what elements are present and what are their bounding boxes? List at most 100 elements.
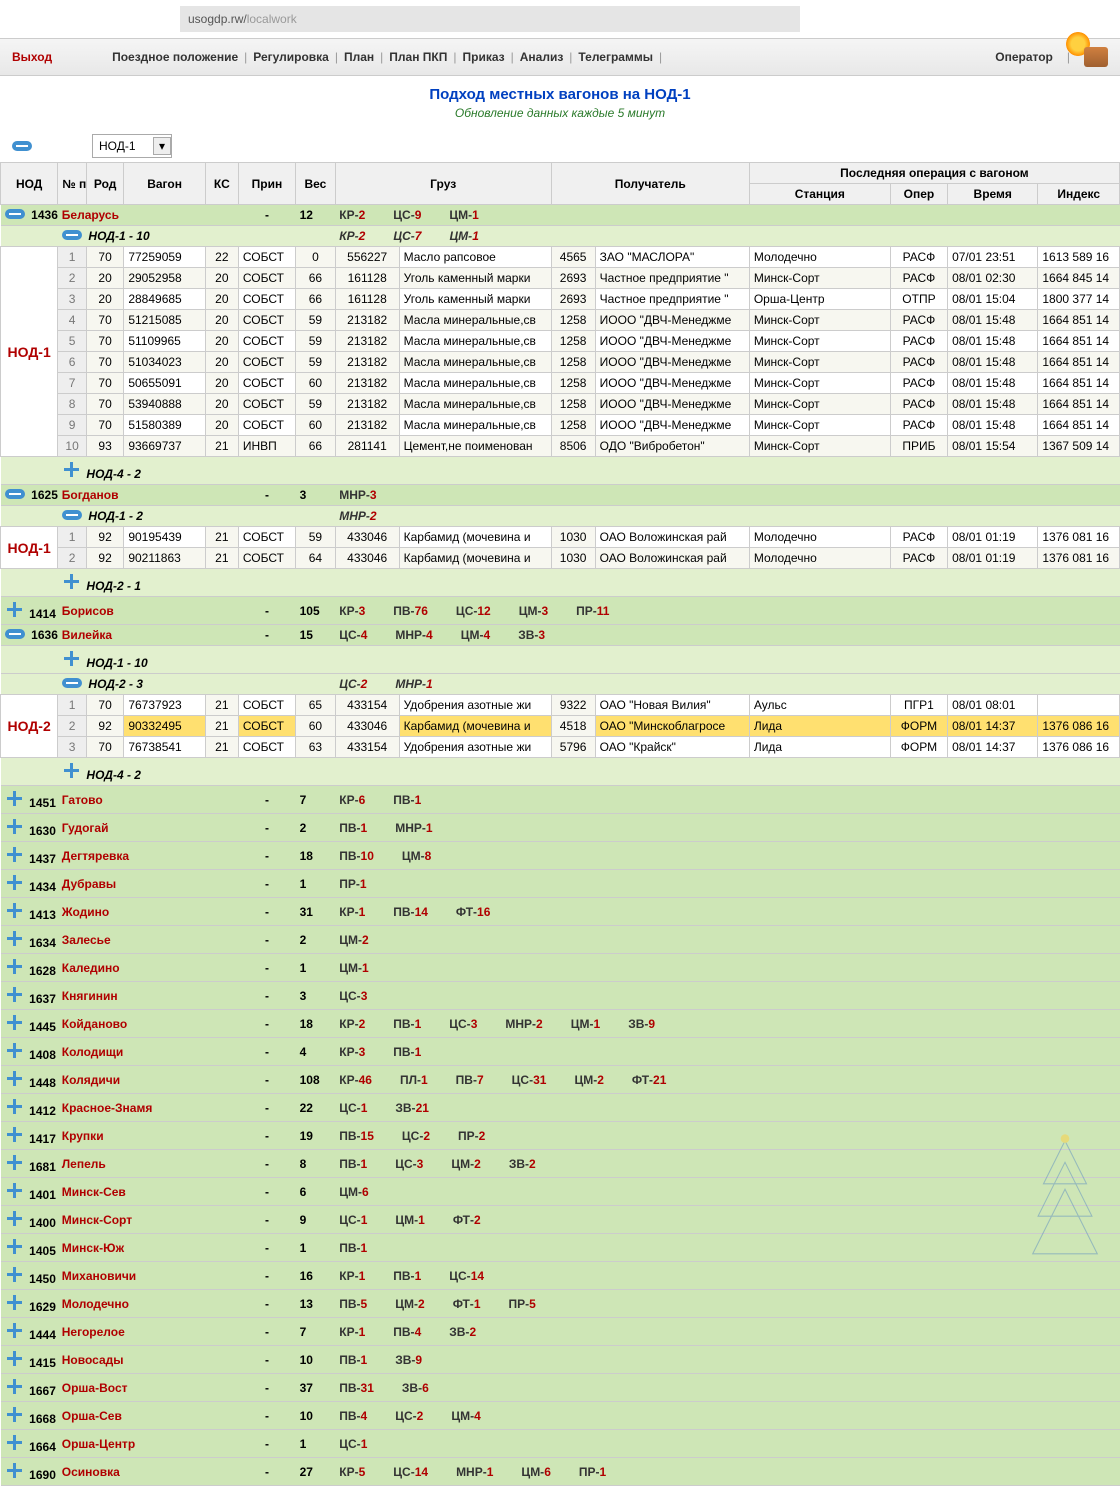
expand-icon[interactable] bbox=[5, 1237, 23, 1255]
group-row[interactable]: 1629Молодечно-13ПВ-5ЦМ-2ФТ-1ПР-5 bbox=[1, 1290, 1120, 1318]
th-nod[interactable]: НОД bbox=[1, 163, 58, 205]
expand-icon[interactable] bbox=[62, 649, 80, 667]
expand-icon[interactable] bbox=[5, 1433, 23, 1451]
expand-icon[interactable] bbox=[5, 1377, 23, 1395]
subgroup-row[interactable]: НОД-4 - 2 bbox=[1, 758, 1120, 786]
expand-icon[interactable] bbox=[5, 1209, 23, 1227]
th-prin[interactable]: Прин bbox=[238, 163, 295, 205]
expand-icon[interactable] bbox=[5, 957, 23, 975]
table-row[interactable]: НОД-11707725905922СОБСТ0556227Масло рапс… bbox=[1, 247, 1120, 268]
collapse-icon[interactable] bbox=[5, 629, 25, 639]
expand-icon[interactable] bbox=[62, 460, 80, 478]
group-row[interactable]: 1668Орша-Сев-10ПВ-4ЦС-2ЦМ-4 bbox=[1, 1402, 1120, 1430]
subgroup-row[interactable]: НОД-1 - 10 bbox=[1, 646, 1120, 674]
menu-5[interactable]: Анализ bbox=[520, 50, 564, 64]
table-row[interactable]: 4705121508520СОБСТ59213182Масла минераль… bbox=[1, 310, 1120, 331]
group-row[interactable]: 1434Дубравы-1ПР-1 bbox=[1, 870, 1120, 898]
th-ves[interactable]: Вес bbox=[296, 163, 336, 205]
th-poluch[interactable]: Получатель bbox=[551, 163, 749, 205]
expand-icon[interactable] bbox=[5, 1265, 23, 1283]
expand-icon[interactable] bbox=[5, 1041, 23, 1059]
group-row[interactable]: 1451Гатово-7КР-6ПВ-1 bbox=[1, 786, 1120, 814]
th-idx[interactable]: Индекс bbox=[1038, 184, 1120, 205]
collapse-icon[interactable] bbox=[62, 678, 82, 688]
nod-selector[interactable]: НОД-1▾ bbox=[92, 134, 172, 158]
group-row[interactable]: 1401Минск-Сев-6ЦМ-6 bbox=[1, 1178, 1120, 1206]
table-row[interactable]: 6705103402320СОБСТ59213182Масла минераль… bbox=[1, 352, 1120, 373]
group-row[interactable]: 1634Залесье-2ЦМ-2 bbox=[1, 926, 1120, 954]
th-time[interactable]: Время bbox=[948, 184, 1038, 205]
group-row[interactable]: 1681Лепель-8ПВ-1ЦС-3ЦМ-2ЗВ-2 bbox=[1, 1150, 1120, 1178]
subgroup-row[interactable]: НОД-4 - 2 bbox=[1, 457, 1120, 485]
expand-icon[interactable] bbox=[5, 1461, 23, 1479]
table-row[interactable]: 2929033249521СОБСТ60433046Карбамид (моче… bbox=[1, 716, 1120, 737]
collapse-icon[interactable] bbox=[5, 489, 25, 499]
expand-icon[interactable] bbox=[5, 901, 23, 919]
group-row[interactable]: 1417Крупки-19ПВ-15ЦС-2ПР-2 bbox=[1, 1122, 1120, 1150]
expand-icon[interactable] bbox=[5, 1097, 23, 1115]
expand-icon[interactable] bbox=[5, 1405, 23, 1423]
th-gruz[interactable]: Груз bbox=[335, 163, 551, 205]
th-rod[interactable]: Род bbox=[86, 163, 123, 205]
collapse-icon[interactable] bbox=[5, 209, 25, 219]
expand-icon[interactable] bbox=[5, 845, 23, 863]
table-row[interactable]: НОД-11929019543921СОБСТ59433046Карбамид … bbox=[1, 527, 1120, 548]
operator-label[interactable]: Оператор bbox=[995, 50, 1053, 64]
th-vagon[interactable]: Вагон bbox=[124, 163, 205, 205]
group-row[interactable]: 1625Богданов-3МНР-3 bbox=[1, 485, 1120, 506]
menu-6[interactable]: Телеграммы bbox=[578, 50, 653, 64]
expand-icon[interactable] bbox=[5, 789, 23, 807]
group-row[interactable]: 1414Борисов-105КР-3ПВ-76ЦС-12ЦМ-3ПР-11 bbox=[1, 597, 1120, 625]
menu-3[interactable]: План ПКП bbox=[389, 50, 447, 64]
table-row[interactable]: 7705065509120СОБСТ60213182Масла минераль… bbox=[1, 373, 1120, 394]
group-row[interactable]: 1636Вилейка-15ЦС-4МНР-4ЦМ-4ЗВ-3 bbox=[1, 625, 1120, 646]
group-row[interactable]: 1630Гудогай-2ПВ-1МНР-1 bbox=[1, 814, 1120, 842]
table-row[interactable]: 3202884968520СОБСТ66161128Уголь каменный… bbox=[1, 289, 1120, 310]
collapse-icon[interactable] bbox=[62, 230, 82, 240]
table-row[interactable]: 2202905295820СОБСТ66161128Уголь каменный… bbox=[1, 268, 1120, 289]
expand-icon[interactable] bbox=[5, 1125, 23, 1143]
expand-icon[interactable] bbox=[62, 572, 80, 590]
table-row[interactable]: 9705158038920СОБСТ60213182Масла минераль… bbox=[1, 415, 1120, 436]
chevron-down-icon[interactable]: ▾ bbox=[153, 137, 171, 155]
expand-icon[interactable] bbox=[5, 873, 23, 891]
expand-icon[interactable] bbox=[5, 985, 23, 1003]
expand-icon[interactable] bbox=[5, 1181, 23, 1199]
group-row[interactable]: 1445Койданово-18КР-2ПВ-1ЦС-3МНР-2ЦМ-1ЗВ-… bbox=[1, 1010, 1120, 1038]
th-stan[interactable]: Станция bbox=[749, 184, 890, 205]
group-row[interactable]: 1400Минск-Сорт-9ЦС-1ЦМ-1ФТ-2 bbox=[1, 1206, 1120, 1234]
group-row[interactable]: 1412Красное-Знамя-22ЦС-1ЗВ-21 bbox=[1, 1094, 1120, 1122]
table-row[interactable]: 2929021186321СОБСТ64433046Карбамид (моче… bbox=[1, 548, 1120, 569]
th-ks[interactable]: КС bbox=[205, 163, 238, 205]
subgroup-row[interactable]: НОД-1 - 10КР-2ЦС-7ЦМ-1 bbox=[1, 226, 1120, 247]
group-row[interactable]: 1448Колядичи-108КР-46ПЛ-1ПВ-7ЦС-31ЦМ-2ФТ… bbox=[1, 1066, 1120, 1094]
group-row[interactable]: 1667Орша-Вост-37ПВ-31ЗВ-6 bbox=[1, 1374, 1120, 1402]
subgroup-row[interactable]: НОД-2 - 1 bbox=[1, 569, 1120, 597]
table-row[interactable]: 5705110996520СОБСТ59213182Масла минераль… bbox=[1, 331, 1120, 352]
group-row[interactable]: 1637Княгинин-3ЦС-3 bbox=[1, 982, 1120, 1010]
group-row[interactable]: 1405Минск-Юж-1ПВ-1 bbox=[1, 1234, 1120, 1262]
menu-1[interactable]: Регулировка bbox=[253, 50, 329, 64]
group-row[interactable]: 1415Новосады-10ПВ-1ЗВ-9 bbox=[1, 1346, 1120, 1374]
group-row[interactable]: 1450Михановичи-16КР-1ПВ-1ЦС-14 bbox=[1, 1262, 1120, 1290]
th-np[interactable]: № пп bbox=[58, 163, 87, 205]
expand-icon[interactable] bbox=[5, 1013, 23, 1031]
expand-icon[interactable] bbox=[5, 1153, 23, 1171]
expand-icon[interactable] bbox=[5, 1349, 23, 1367]
url-bar[interactable]: usogdp.rw/localwork bbox=[180, 6, 800, 32]
group-row[interactable]: 1408Колодищи-4КР-3ПВ-1 bbox=[1, 1038, 1120, 1066]
collapse-all-icon[interactable] bbox=[12, 141, 32, 151]
menu-4[interactable]: Приказ bbox=[462, 50, 504, 64]
expand-icon[interactable] bbox=[5, 1321, 23, 1339]
group-row[interactable]: 1444Негорелое-7КР-1ПВ-4ЗВ-2 bbox=[1, 1318, 1120, 1346]
group-row[interactable]: 1664Орша-Центр-1ЦС-1 bbox=[1, 1430, 1120, 1458]
subgroup-row[interactable]: НОД-1 - 2МНР-2 bbox=[1, 506, 1120, 527]
table-row[interactable]: 8705394088820СОБСТ59213182Масла минераль… bbox=[1, 394, 1120, 415]
collapse-icon[interactable] bbox=[62, 510, 82, 520]
expand-icon[interactable] bbox=[5, 600, 23, 618]
table-row[interactable]: НОД-21707673792321СОБСТ65433154Удобрения… bbox=[1, 695, 1120, 716]
group-row[interactable]: 1437Дегтяревка-18ПВ-10ЦМ-8 bbox=[1, 842, 1120, 870]
users-icon[interactable] bbox=[1084, 47, 1108, 67]
menu-0[interactable]: Поездное положение bbox=[112, 50, 238, 64]
group-row[interactable]: 1436Беларусь-12КР-2ЦС-9ЦМ-1 bbox=[1, 205, 1120, 226]
